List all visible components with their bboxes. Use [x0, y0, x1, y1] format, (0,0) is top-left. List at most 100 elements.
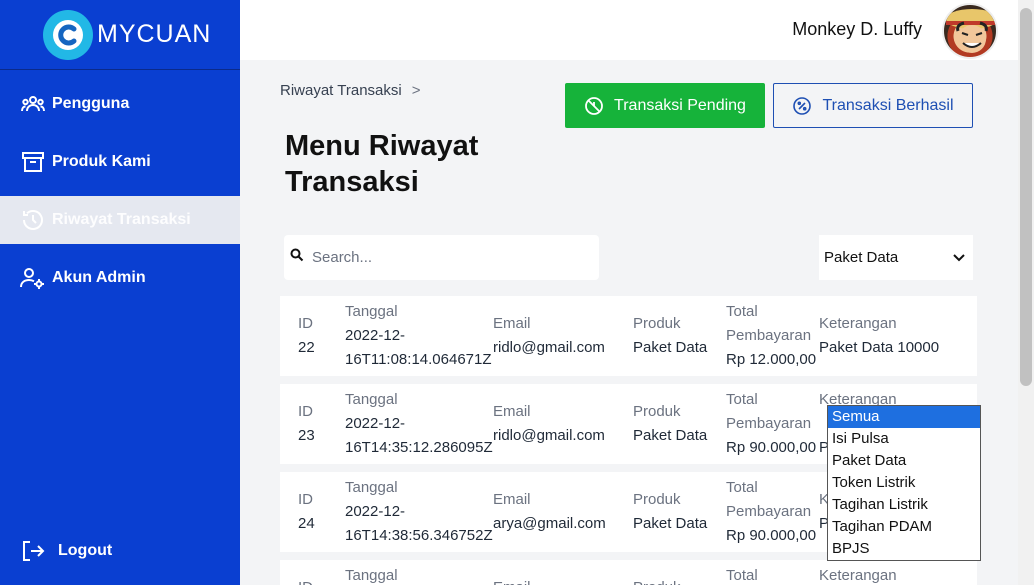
top-header: Monkey D. Luffy	[240, 0, 1018, 60]
cell-email: Email arya@gmail.com	[493, 488, 606, 536]
brand-logo-icon	[43, 9, 93, 60]
cell-value: 16T14:38:56.346752Z	[345, 527, 493, 544]
logout-label: Logout	[58, 542, 113, 559]
cell-total: Total Pembayaran Rp 12.000,00	[726, 300, 816, 372]
cell-date: Tanggal	[345, 564, 398, 585]
breadcrumb-current[interactable]: Riwayat Transaksi	[280, 82, 402, 99]
dropdown-option[interactable]: Paket Data	[828, 450, 980, 472]
users-icon	[20, 91, 46, 117]
column-label: Keterangan	[819, 567, 897, 584]
cell-date: Tanggal 2022-12- 16T11:08:14.064671Z	[345, 300, 492, 372]
sidebar: MYCUAN Pengguna Produk Kami Riwayat Tran…	[0, 0, 240, 585]
cell-value: 23	[298, 427, 315, 444]
cell-value: Rp 12.000,00	[726, 351, 817, 368]
cell-value: ridlo@gmail.com	[493, 427, 605, 444]
transaksi-berhasil-button[interactable]: Transaksi Berhasil	[773, 83, 973, 128]
cell-email: Email	[493, 576, 531, 585]
cell-value: ridlo@gmail.com	[493, 339, 605, 356]
brand[interactable]: MYCUAN	[0, 0, 240, 70]
sidebar-item-label: Pengguna	[52, 95, 130, 112]
cell-value: 16T14:35:12.286095Z	[345, 439, 493, 456]
cell-product: Produk Paket Data	[633, 400, 707, 448]
cell-value: 2022-12-	[345, 503, 406, 520]
brand-name: MYCUAN	[97, 20, 212, 48]
dropdown-option[interactable]: Isi Pulsa	[828, 428, 980, 450]
page-scrollbar[interactable]	[1018, 0, 1034, 585]
chevron-down-icon	[953, 249, 965, 266]
avatar[interactable]	[942, 3, 998, 59]
pending-icon	[584, 96, 604, 116]
user-gear-icon	[20, 265, 46, 291]
sidebar-item-label: Produk Kami	[52, 153, 151, 170]
cell-product: Produk Paket Data	[633, 312, 707, 360]
dropdown-option[interactable]: BPJS	[828, 538, 980, 560]
cell-value: 22	[298, 339, 315, 356]
logout-button[interactable]: Logout	[0, 527, 240, 575]
search-input[interactable]	[312, 249, 582, 266]
cell-value: Rp 90.000,00	[726, 439, 817, 456]
dropdown-option[interactable]: Tagihan PDAM	[828, 516, 980, 538]
column-label: Tanggal	[345, 567, 398, 584]
cell-id: ID 24	[298, 488, 315, 536]
column-label: Produk	[633, 403, 681, 420]
sidebar-item-riwayat[interactable]: Riwayat Transaksi	[0, 196, 240, 244]
cell-value: 24	[298, 515, 315, 532]
category-select[interactable]: Paket Data	[819, 235, 973, 280]
cell-value: Rp 90.000,00	[726, 527, 817, 544]
cell-note: Keterangan Paket Data 10000	[819, 312, 939, 360]
column-label: Email	[493, 315, 531, 332]
column-label: Produk	[633, 315, 681, 332]
cell-date: Tanggal 2022-12- 16T14:38:56.346752Z	[345, 476, 493, 548]
user-name: Monkey D. Luffy	[792, 19, 922, 39]
column-label: Total	[726, 303, 758, 320]
cell-value: Paket Data	[633, 515, 708, 532]
column-label: Tanggal	[345, 391, 398, 408]
column-label: Produk	[633, 491, 681, 508]
category-dropdown-list[interactable]: Semua Isi Pulsa Paket Data Token Listrik…	[827, 405, 981, 561]
column-label: ID	[298, 491, 313, 508]
sidebar-item-label: Riwayat Transaksi	[52, 211, 191, 228]
column-label: Total	[726, 567, 758, 584]
archive-box-icon	[20, 149, 46, 175]
cell-id: ID	[298, 576, 313, 585]
scrollbar-thumb[interactable]	[1020, 8, 1032, 386]
sidebar-item-akun-admin[interactable]: Akun Admin	[0, 254, 240, 302]
cell-total: Total Pembayaran Rp 90.000,00	[726, 476, 816, 548]
column-label: Pembayaran	[726, 327, 812, 344]
table-row[interactable]: ID Tanggal Email Produk Total Keterangan	[280, 560, 977, 585]
category-select-value: Paket Data	[824, 249, 899, 266]
history-icon	[20, 207, 46, 233]
cell-value: Paket Data	[633, 339, 708, 356]
sidebar-item-pengguna[interactable]: Pengguna	[0, 80, 240, 128]
column-label: Produk	[633, 576, 681, 585]
search-box[interactable]	[284, 235, 599, 280]
cell-note: Keterangan	[819, 564, 897, 585]
sidebar-item-produk[interactable]: Produk Kami	[0, 138, 240, 186]
cell-product: Produk	[633, 576, 681, 585]
dropdown-option[interactable]: Tagihan Listrik	[828, 494, 980, 516]
column-label: Email	[493, 403, 531, 420]
cell-email: Email ridlo@gmail.com	[493, 400, 605, 448]
column-label: ID	[298, 315, 313, 332]
column-label: ID	[298, 403, 313, 420]
search-icon	[290, 248, 304, 267]
transaksi-pending-button[interactable]: Transaksi Pending	[565, 83, 765, 128]
cell-value: arya@gmail.com	[493, 515, 606, 532]
column-label: ID	[298, 576, 313, 585]
page-title: Menu Riwayat Transaksi	[285, 130, 479, 198]
cell-value: 2022-12-	[345, 327, 406, 344]
cell-id: ID 22	[298, 312, 315, 360]
cell-total: Total	[726, 564, 758, 585]
breadcrumb: Riwayat Transaksi >	[280, 82, 420, 99]
cell-value: Paket Data 10000	[819, 339, 940, 356]
column-label: Tanggal	[345, 479, 398, 496]
dropdown-option[interactable]: Token Listrik	[828, 472, 980, 494]
success-label: Transaksi Berhasil	[822, 96, 954, 114]
dropdown-option[interactable]: Semua	[828, 406, 980, 428]
table-row[interactable]: ID 22 Tanggal 2022-12- 16T11:08:14.064671Z …	[280, 296, 977, 376]
column-label: Total	[726, 391, 758, 408]
column-label: Email	[493, 491, 531, 508]
logout-icon	[20, 538, 46, 564]
cell-date: Tanggal 2022-12- 16T14:35:12.286095Z	[345, 388, 493, 460]
cell-total: Total Pembayaran Rp 90.000,00	[726, 388, 816, 460]
